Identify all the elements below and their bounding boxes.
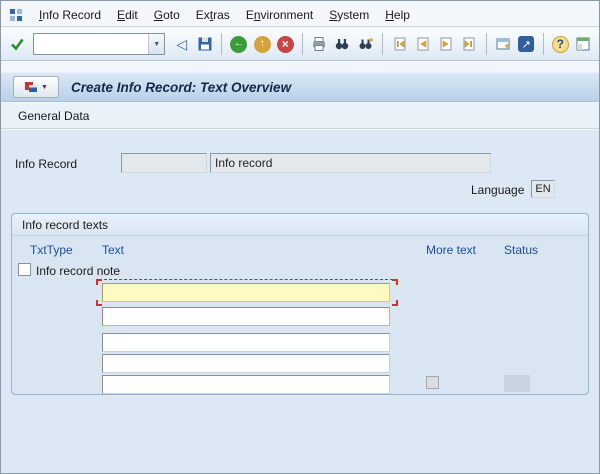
help-button[interactable]: ? <box>550 32 571 56</box>
new-session-button[interactable] <box>493 32 514 56</box>
column-header-status: Status <box>504 243 538 257</box>
language-field[interactable] <box>531 180 555 198</box>
transaction-grid-icon[interactable] <box>9 8 23 22</box>
page-title: Create Info Record: Text Overview <box>71 80 291 95</box>
create-shortcut-button[interactable]: ↗ <box>516 32 537 56</box>
first-page-button[interactable] <box>389 32 410 56</box>
text-row-input-5[interactable] <box>102 375 390 394</box>
exit-button[interactable]: ↑ <box>252 32 273 56</box>
back-button[interactable]: ← <box>228 32 249 56</box>
text-row-input-2[interactable] <box>102 307 390 326</box>
content-area: Info Record Language Info record texts T… <box>1 130 599 473</box>
first-page-icon <box>392 36 408 52</box>
toolbar-separator <box>382 33 383 55</box>
customize-layout-button[interactable] <box>573 32 594 56</box>
exit-circle-icon: ↑ <box>254 36 271 53</box>
next-page-button[interactable] <box>435 32 456 56</box>
selection-mark-top-right <box>392 279 398 285</box>
info-record-number-field[interactable] <box>121 153 207 173</box>
menu-goto[interactable]: Goto <box>146 5 188 25</box>
selection-mark-bottom-right <box>392 300 398 306</box>
print-icon <box>311 36 327 52</box>
language-label: Language <box>471 183 524 197</box>
last-page-icon <box>461 36 477 52</box>
info-record-description-field <box>210 153 491 173</box>
title-bar: ▼ Create Info Record: Text Overview <box>1 72 599 102</box>
status-cell <box>504 375 530 392</box>
column-header-text: Text <box>102 243 124 257</box>
more-text-checkbox <box>426 376 439 389</box>
menu-bar: Info Record Edit Goto Extras Environment… <box>1 4 599 27</box>
standard-toolbar: ▼ ◁ ← ↑ × <box>1 28 599 61</box>
command-field: ▼ <box>33 33 165 55</box>
customize-layout-icon <box>575 36 591 52</box>
text-row-input-4[interactable] <box>102 354 390 373</box>
column-header-txttype: TxtType <box>30 243 73 257</box>
save-button[interactable] <box>194 32 215 56</box>
last-page-button[interactable] <box>459 32 480 56</box>
new-session-icon <box>495 36 511 52</box>
sap-window: Info Record Edit Goto Extras Environment… <box>0 0 600 474</box>
info-record-label: Info Record <box>15 157 77 171</box>
command-dropdown-icon[interactable]: ▼ <box>148 34 164 54</box>
back-circle-icon: ← <box>230 36 247 53</box>
application-toolbar: General Data <box>1 103 599 129</box>
text-row-input-3[interactable] <box>102 333 390 352</box>
enter-button[interactable] <box>6 32 27 56</box>
find-binoculars-icon <box>334 36 350 52</box>
previous-page-icon <box>415 36 431 52</box>
group-title: Info record texts <box>22 218 108 232</box>
menu-edit[interactable]: Edit <box>109 5 146 25</box>
focus-dashed-line <box>99 279 393 280</box>
left-arrow-button[interactable]: ◁ <box>171 32 192 56</box>
column-header-more-text: More text <box>426 243 476 257</box>
cancel-circle-icon: × <box>277 36 294 53</box>
menu-environment[interactable]: Environment <box>238 5 321 25</box>
command-input[interactable] <box>34 35 148 53</box>
print-button[interactable] <box>309 32 330 56</box>
toolbar-separator <box>221 33 222 55</box>
cancel-button[interactable]: × <box>275 32 296 56</box>
next-page-icon <box>438 36 454 52</box>
gui-actions-icon <box>24 80 38 94</box>
toolbar-separator <box>302 33 303 55</box>
menu-info-record[interactable]: Info Record <box>31 5 109 25</box>
save-icon <box>197 36 213 52</box>
help-icon: ? <box>552 36 569 53</box>
toolbar-separator <box>486 33 487 55</box>
toolbar-separator <box>543 33 544 55</box>
info-record-note-label: Info record note <box>36 264 120 278</box>
group-header: Info record texts <box>12 214 588 236</box>
info-record-texts-group: Info record texts TxtType Text More text… <box>11 213 589 395</box>
gui-actions-button[interactable]: ▼ <box>13 76 59 98</box>
find-next-button[interactable] <box>355 32 376 56</box>
menu-help[interactable]: Help <box>377 5 418 25</box>
text-row-input-1[interactable] <box>102 283 390 302</box>
menu-system[interactable]: System <box>321 5 377 25</box>
shortcut-icon: ↗ <box>518 36 534 52</box>
previous-page-button[interactable] <box>412 32 433 56</box>
info-record-note-checkbox[interactable] <box>18 263 31 276</box>
find-next-binoculars-icon <box>358 36 374 52</box>
menu-extras[interactable]: Extras <box>188 5 238 25</box>
general-data-button[interactable]: General Data <box>7 104 100 128</box>
chevron-down-icon: ▼ <box>41 84 48 91</box>
enter-check-icon <box>9 36 25 52</box>
find-button[interactable] <box>332 32 353 56</box>
